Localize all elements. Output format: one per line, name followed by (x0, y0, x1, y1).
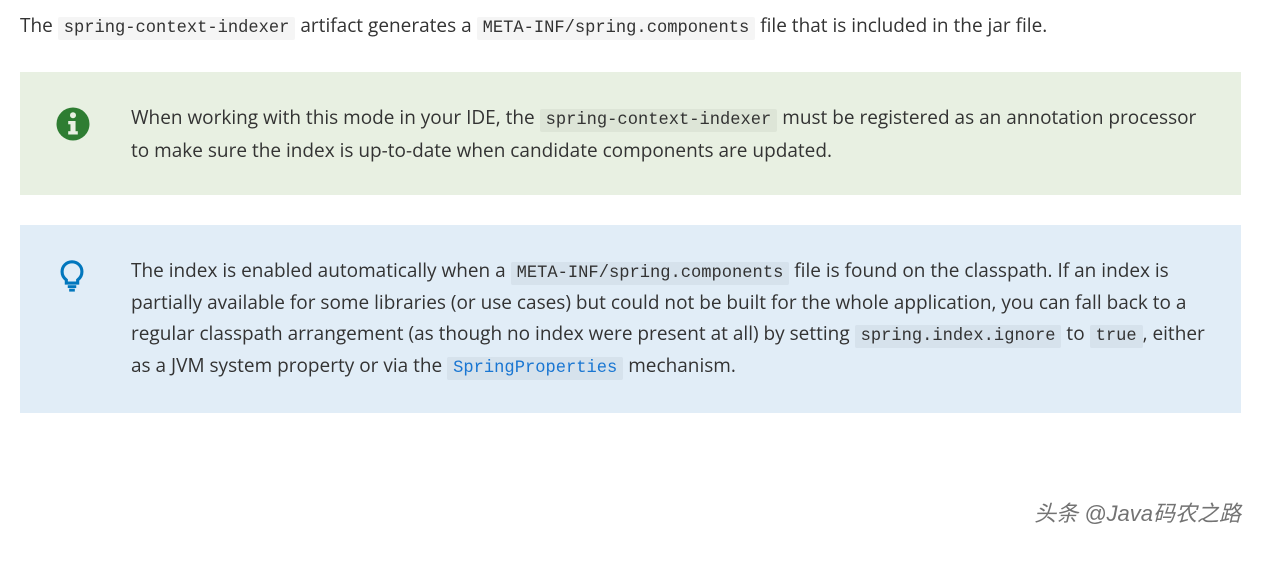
tip-text-5: mechanism. (623, 352, 736, 378)
lightbulb-icon (55, 259, 91, 295)
intro-code-1: spring-context-indexer (58, 17, 296, 40)
watermark-text: 头条 @Java码农之路 (1034, 496, 1241, 531)
info-admonition: When working with this mode in your IDE,… (20, 72, 1241, 195)
info-icon (55, 106, 91, 142)
tip-code-3: true (1090, 325, 1143, 348)
tip-link-code: SpringProperties (447, 357, 623, 380)
intro-text-3: file that is included in the jar file. (755, 12, 1047, 38)
tip-code-2: spring.index.ignore (855, 325, 1062, 348)
tip-admonition: The index is enabled automatically when … (20, 225, 1241, 412)
tip-text-3: to (1061, 320, 1089, 346)
info-code-1: spring-context-indexer (540, 109, 778, 132)
intro-paragraph: The spring-context-indexer artifact gene… (20, 10, 1241, 42)
intro-text-1: The (20, 12, 58, 38)
tip-content: The index is enabled automatically when … (131, 255, 1206, 382)
spring-properties-link[interactable]: SpringProperties (447, 352, 623, 378)
tip-code-1: META-INF/spring.components (511, 262, 790, 285)
info-text-1: When working with this mode in your IDE,… (131, 104, 540, 130)
tip-text-1: The index is enabled automatically when … (131, 257, 511, 283)
intro-text-2: artifact generates a (295, 12, 476, 38)
intro-code-2: META-INF/spring.components (477, 17, 756, 40)
info-content: When working with this mode in your IDE,… (131, 102, 1206, 165)
